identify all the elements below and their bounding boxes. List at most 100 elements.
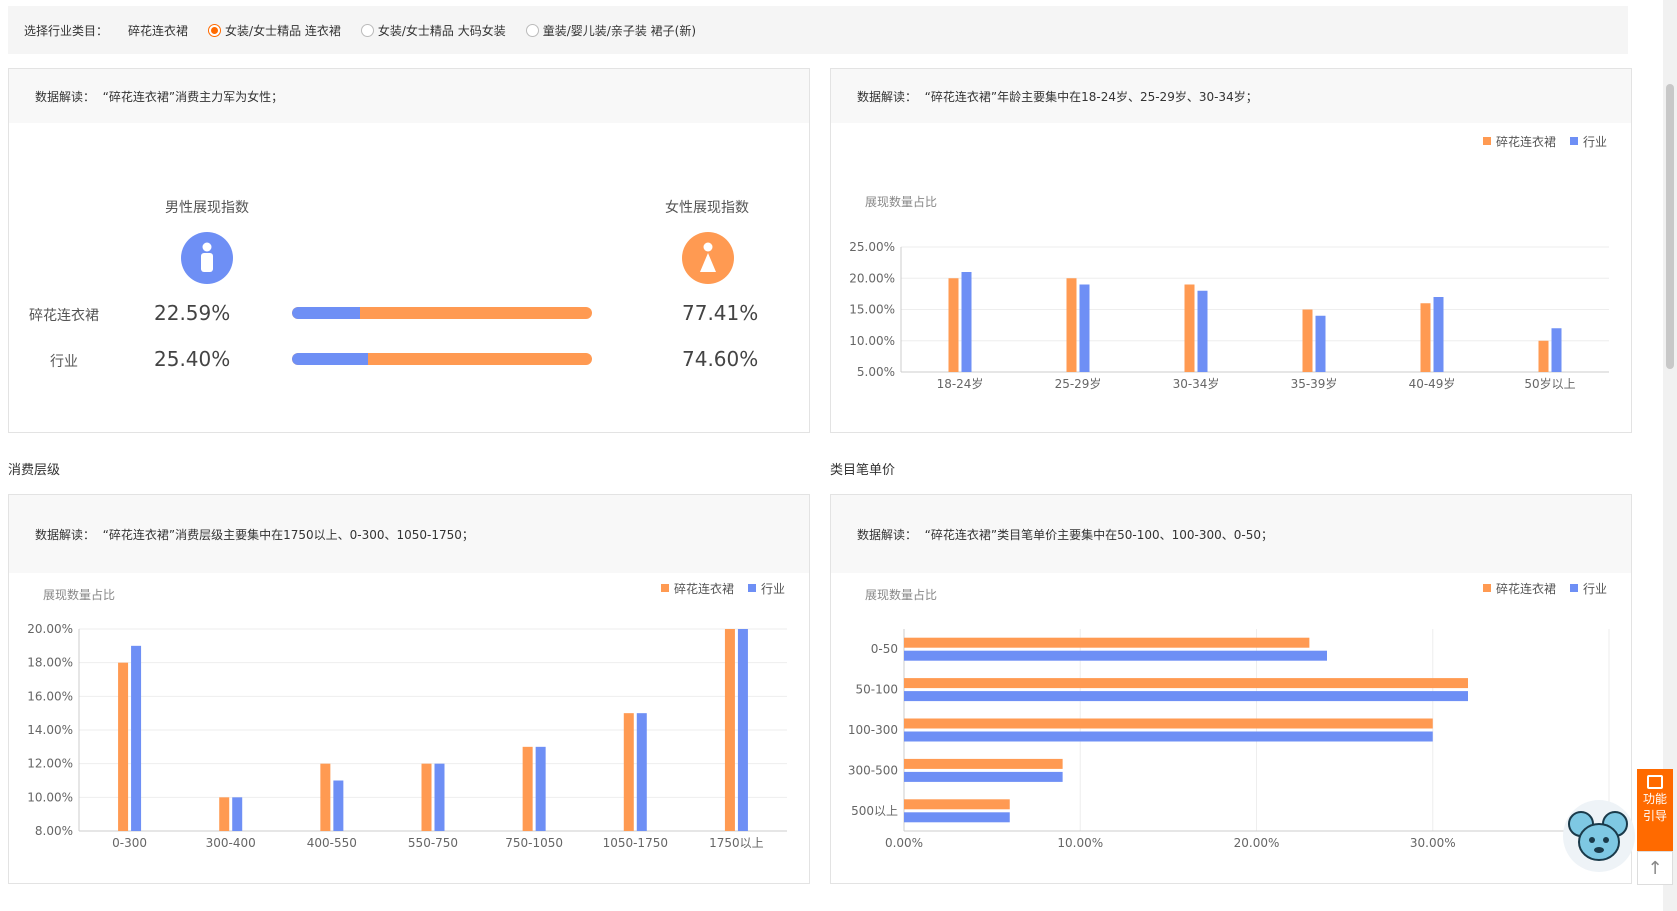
radio-empty-icon [525, 23, 539, 37]
back-to-top-button[interactable]: ↑ [1637, 851, 1673, 885]
bar [1538, 340, 1549, 372]
bar [623, 713, 634, 831]
female-index-heading: 女性展现指数 [665, 200, 749, 216]
y-axis-title: 展现数量占比 [43, 587, 115, 602]
female-value: 74.60% [682, 347, 759, 371]
legend-label: 行业 [1583, 582, 1607, 596]
gender-row-label: 行业 [50, 354, 78, 370]
bar [1197, 290, 1208, 372]
y-tick-label: 12.00% [27, 757, 73, 771]
assistant-mascot-icon[interactable] [1563, 800, 1635, 872]
female-icon [682, 232, 734, 284]
bar [1433, 297, 1444, 372]
category-filter-bar: 选择行业类目： 碎花连衣裙 女装/女士精品 连衣裙 女装/女士精品 大码女装 童… [8, 6, 1628, 54]
bar [1184, 284, 1195, 372]
y-tick-label: 300-500 [848, 763, 898, 777]
book-icon [1647, 775, 1663, 789]
y-tick-label: 15.00% [849, 303, 895, 317]
legend-label: 行业 [761, 582, 785, 596]
legend-label: 碎花连衣裙 [674, 581, 734, 596]
category-radio-dress[interactable]: 女装/女士精品 连衣裙 [208, 22, 341, 39]
bar [724, 629, 735, 831]
female-value: 77.41% [682, 301, 759, 325]
arrow-up-icon: ↑ [1647, 857, 1663, 879]
x-tick-label: 400-550 [307, 836, 357, 850]
consumption-bar-chart: 展现数量占比 行业 碎花连衣裙 8.00% 10.00% 12.00% 14.00% 16.0… [27, 581, 787, 850]
x-tick-label: 25-29岁 [1055, 376, 1102, 391]
bar [904, 758, 1063, 769]
bar [904, 691, 1468, 702]
y-axis-title: 展现数量占比 [865, 194, 937, 209]
gender-row-label: 碎花连衣裙 [29, 308, 99, 324]
consumption-section-title: 消费层级 [8, 463, 61, 478]
y-tick-label: 500以上 [851, 804, 898, 818]
x-tick-label: 750-1050 [505, 836, 563, 850]
y-tick-label: 0-50 [871, 642, 898, 656]
bar [904, 650, 1327, 661]
x-tick-label: 50岁以上 [1524, 376, 1575, 391]
unit-price-bar-chart: 展现数量占比 行业 碎花连衣裙 0.00% 10.00% 20.00% 30.00% 0-50… [848, 581, 1610, 850]
bar [1420, 303, 1431, 372]
y-tick-label: 20.00% [27, 622, 73, 636]
x-tick-label: 550-750 [408, 836, 458, 850]
age-panel: 数据解读： “碎花连衣裙”年龄主要集中在18-24岁、25-29岁、30-34岁… [830, 68, 1632, 433]
bar [535, 746, 546, 831]
y-tick-label: 16.00% [27, 689, 73, 703]
male-index-heading: 男性展现指数 [165, 200, 249, 216]
data-interpretation: 数据解读： “碎花连衣裙”类目笔单价主要集中在50-100、100-300、0-… [831, 495, 1631, 573]
bar [904, 678, 1468, 689]
bar [904, 731, 1433, 742]
gender-panel: 数据解读： “碎花连衣裙”消费主力军为女性； 男性展现指数 女性展现指数 碎花连… [8, 68, 810, 433]
x-tick-label: 30-34岁 [1173, 376, 1220, 391]
y-tick-label: 10.00% [849, 334, 895, 348]
unit-price-section-title: 类目笔单价 [830, 463, 896, 478]
x-tick-label: 30.00% [1410, 836, 1456, 850]
x-tick-label: 1750以上 [709, 836, 764, 850]
x-tick-label: 20.00% [1234, 836, 1280, 850]
x-tick-label: 0-300 [112, 836, 147, 850]
bar [421, 763, 432, 831]
bar [1079, 284, 1090, 372]
bar [1551, 328, 1562, 372]
bar [131, 645, 142, 831]
x-tick-label: 40-49岁 [1409, 376, 1456, 391]
male-value: 25.40% [154, 347, 231, 371]
age-bar-chart: 展现数量占比 行业 碎花连衣裙 5.00% 10.00% 15.00% 20.00% 25.0… [849, 134, 1609, 391]
bar [118, 662, 129, 831]
bar [1315, 315, 1326, 372]
gender-ratio-bar [292, 353, 592, 365]
data-interpretation: 数据解读： “碎花连衣裙”消费层级主要集中在1750以上、0-300、1050-… [9, 495, 809, 573]
bar [232, 797, 243, 831]
bar [219, 797, 230, 831]
data-interpretation: 数据解读： “碎花连衣裙”年龄主要集中在18-24岁、25-29岁、30-34岁… [831, 69, 1631, 123]
y-axis-title: 展现数量占比 [865, 587, 937, 602]
legend-swatch [1570, 137, 1578, 145]
bar [737, 629, 748, 831]
category-radio-kids-skirt[interactable]: 童装/婴儿装/亲子装 裙子(新) [525, 22, 696, 39]
bar [904, 718, 1433, 729]
legend-swatch [1570, 584, 1578, 592]
filter-label: 选择行业类目： [24, 23, 109, 38]
category-radio-plus-size[interactable]: 女装/女士精品 大码女装 [360, 22, 506, 39]
male-icon [181, 232, 233, 284]
male-value: 22.59% [154, 301, 231, 325]
bar [522, 746, 533, 831]
bar [333, 780, 344, 831]
y-tick-label: 14.00% [27, 723, 73, 737]
y-tick-label: 8.00% [35, 824, 73, 838]
legend-label: 碎花连衣裙 [1496, 134, 1556, 149]
male-share-fill [292, 353, 369, 365]
bar [904, 799, 1010, 810]
y-tick-label: 50-100 [855, 683, 898, 697]
feature-guide-button[interactable]: 功能 引导 [1637, 769, 1673, 851]
gender-ratio-bar [292, 307, 592, 319]
scrollbar-thumb[interactable] [1666, 84, 1674, 369]
bar [636, 713, 647, 831]
y-tick-label: 100-300 [848, 723, 898, 737]
legend-swatch [748, 584, 756, 592]
bar [434, 763, 445, 831]
legend-label: 行业 [1583, 135, 1607, 149]
bar [904, 637, 1310, 648]
bar [320, 763, 331, 831]
bar [961, 272, 972, 372]
